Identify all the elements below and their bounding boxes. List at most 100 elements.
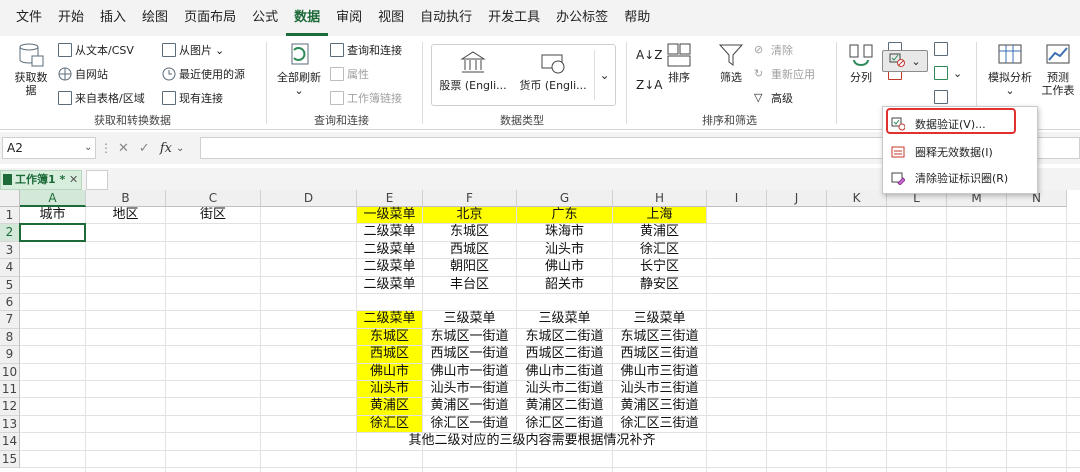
cell-F1[interactable]: 北京: [423, 207, 516, 224]
name-box[interactable]: A2: [2, 137, 96, 159]
cell-G8[interactable]: 东城区二街道: [517, 329, 612, 345]
clear-filter-button[interactable]: ⊘ 清除: [754, 42, 793, 58]
from-table-button[interactable]: 来自表格/区域: [58, 90, 145, 106]
cell-F8[interactable]: 东城区一街道: [423, 329, 516, 345]
text-to-columns-button[interactable]: 分列: [844, 42, 878, 84]
cell-G3[interactable]: 汕头市: [517, 242, 612, 258]
cell-F13[interactable]: 徐汇区一街道: [423, 416, 516, 432]
cell-F12[interactable]: 黄浦区一街道: [423, 398, 516, 414]
cell-H4[interactable]: 长宁区: [613, 259, 706, 275]
cell-G13[interactable]: 徐汇区二街道: [517, 416, 612, 432]
select-all-corner[interactable]: [0, 190, 20, 207]
cell-E7[interactable]: 二级菜单: [357, 311, 422, 328]
cell-C1[interactable]: 街区: [166, 207, 260, 223]
cell-H2[interactable]: 黄浦区: [613, 224, 706, 240]
menu-item-6[interactable]: 数据: [286, 0, 329, 36]
sort-az-button[interactable]: A↓Z: [636, 48, 662, 62]
cell-E1[interactable]: 一级菜单: [357, 207, 422, 224]
row-header-12[interactable]: 12: [0, 398, 20, 416]
cell-E13[interactable]: 徐汇区: [357, 415, 422, 433]
cell-H3[interactable]: 徐汇区: [613, 242, 706, 258]
cell-H1[interactable]: 上海: [613, 207, 706, 224]
cell-F4[interactable]: 朝阳区: [423, 259, 516, 275]
menu-item-12[interactable]: 帮助: [616, 0, 658, 36]
workbook-tab[interactable]: 工作簿1 * ✕: [0, 170, 82, 190]
row-header-13[interactable]: 13: [0, 415, 20, 434]
menu-item-5[interactable]: 公式: [244, 0, 286, 36]
refresh-all-button[interactable]: 全部刷新 ⌄: [274, 42, 324, 97]
cell-H9[interactable]: 西城区三街道: [613, 346, 706, 362]
relationships-button[interactable]: ⌄: [934, 66, 962, 80]
cell-E14[interactable]: 其他二级对应的三级内容需要根据情况补齐: [357, 433, 707, 449]
from-web-button[interactable]: 自网站: [58, 66, 108, 82]
cell-E5[interactable]: 二级菜单: [357, 277, 422, 293]
row-header-2[interactable]: 2: [0, 224, 20, 242]
reapply-button[interactable]: ↻ 重新应用: [754, 66, 815, 82]
namebox-chevron-icon[interactable]: ⌄: [84, 142, 92, 153]
chevron-down-icon[interactable]: ⌄: [176, 143, 184, 154]
cell-G10[interactable]: 佛山市二街道: [517, 364, 612, 380]
cell-H7[interactable]: 三级菜单: [613, 311, 706, 327]
cell-H13[interactable]: 徐汇区三街道: [613, 416, 706, 432]
cell-H8[interactable]: 东城区三街道: [613, 329, 706, 345]
cell-H11[interactable]: 汕头市三街道: [613, 381, 706, 397]
row-header-3[interactable]: 3: [0, 241, 20, 260]
currency-datatype-button[interactable]: 货币 (Engli...: [516, 50, 590, 92]
row-header-1[interactable]: 1: [0, 207, 20, 225]
close-icon[interactable]: ✕: [69, 171, 78, 189]
cell-G2[interactable]: 珠海市: [517, 224, 612, 240]
get-data-button[interactable]: 获取数 据: [8, 42, 54, 97]
whatif-analysis-button[interactable]: 模拟分析 ⌄: [984, 42, 1036, 97]
cell-F7[interactable]: 三级菜单: [423, 311, 516, 327]
cell-E2[interactable]: 二级菜单: [357, 224, 422, 240]
column-header-A[interactable]: A: [20, 190, 86, 207]
menu-item-clear-circles[interactable]: 清除验证标识圈(R): [883, 165, 1037, 191]
sort-za-button[interactable]: Z↓A: [636, 78, 662, 92]
cell-G9[interactable]: 西城区二街道: [517, 346, 612, 362]
column-header-I[interactable]: I: [707, 190, 767, 207]
row-header-9[interactable]: 9: [0, 346, 20, 364]
menu-item-1[interactable]: 开始: [50, 0, 92, 36]
row-header-4[interactable]: 4: [0, 259, 20, 277]
cell-E9[interactable]: 西城区: [357, 346, 422, 363]
cell-E11[interactable]: 汕头市: [357, 381, 422, 398]
cell-H12[interactable]: 黄浦区三街道: [613, 398, 706, 414]
column-header-F[interactable]: F: [423, 190, 517, 207]
insert-function-icon[interactable]: fx: [160, 141, 172, 156]
row-header-8[interactable]: 8: [0, 328, 20, 347]
cell-F2[interactable]: 东城区: [423, 224, 516, 240]
column-header-D[interactable]: D: [261, 190, 357, 207]
cell-F11[interactable]: 汕头市一街道: [423, 381, 516, 397]
manage-data-model-button[interactable]: [934, 90, 951, 104]
cell-E12[interactable]: 黄浦区: [357, 398, 422, 415]
row-header-15[interactable]: 15: [0, 450, 20, 468]
row-header-11[interactable]: 11: [0, 381, 20, 399]
new-tab-button[interactable]: [86, 170, 108, 190]
cell-E4[interactable]: 二级菜单: [357, 259, 422, 275]
menu-item-3[interactable]: 绘图: [134, 0, 176, 36]
sort-button[interactable]: 排序: [664, 42, 694, 84]
cell-G12[interactable]: 黄浦区二街道: [517, 398, 612, 414]
cancel-icon[interactable]: ✕: [118, 141, 129, 156]
cell-F5[interactable]: 丰台区: [423, 277, 516, 293]
filter-button[interactable]: 筛选: [714, 42, 748, 84]
column-header-E[interactable]: E: [357, 190, 423, 207]
cell-G4[interactable]: 佛山市: [517, 259, 612, 275]
column-header-C[interactable]: C: [166, 190, 261, 207]
cell-G5[interactable]: 韶关市: [517, 277, 612, 293]
cell-H5[interactable]: 静安区: [613, 277, 706, 293]
cell-E10[interactable]: 佛山市: [357, 363, 422, 380]
cell-E3[interactable]: 二级菜单: [357, 242, 422, 258]
row-header-14[interactable]: 14: [0, 433, 20, 451]
column-header-H[interactable]: H: [613, 190, 707, 207]
column-header-B[interactable]: B: [86, 190, 166, 207]
menu-item-10[interactable]: 开发工具: [480, 0, 548, 36]
properties-button[interactable]: 属性: [330, 66, 369, 82]
menu-item-0[interactable]: 文件: [8, 0, 50, 36]
menu-item-2[interactable]: 插入: [92, 0, 134, 36]
cell-A1[interactable]: 城市: [20, 207, 85, 223]
row-header-10[interactable]: 10: [0, 363, 20, 381]
forecast-sheet-button[interactable]: 预测 工作表: [1038, 42, 1078, 97]
queries-connections-button[interactable]: 查询和连接: [330, 42, 402, 58]
cell-G11[interactable]: 汕头市二街道: [517, 381, 612, 397]
